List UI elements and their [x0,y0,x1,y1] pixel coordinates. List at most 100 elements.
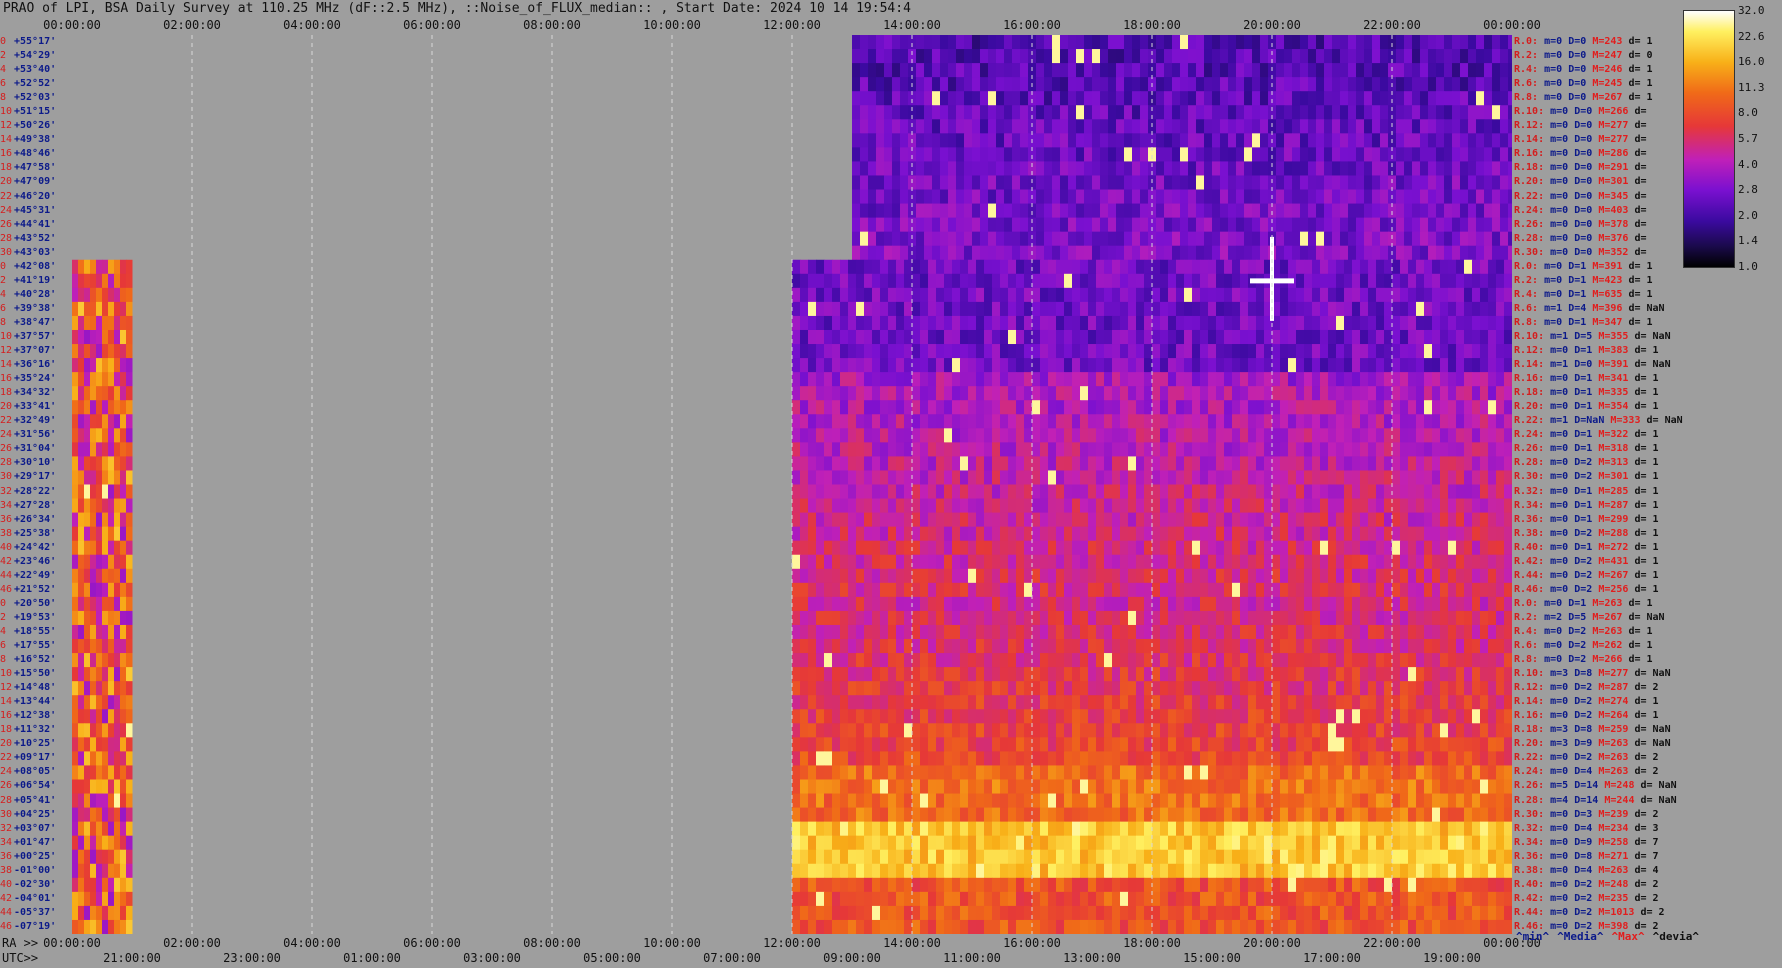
heatmap-cell [1360,315,1369,331]
heatmap-cell [1440,442,1449,457]
heatmap-cell [1432,329,1441,345]
heatmap-cell [1140,49,1149,64]
heatmap-cell [1124,175,1133,191]
heatmap-cell [1240,344,1249,359]
heatmap-cell [1180,175,1189,191]
heatmap-cell [884,175,893,191]
heatmap-cell [1224,568,1233,584]
heatmap-plot[interactable] [72,35,1512,934]
heatmap-cell [1464,315,1473,331]
heatmap-cell [1080,540,1089,556]
heatmap-cell [1128,540,1137,556]
heatmap-cell [940,119,949,134]
heatmap-cell [1376,639,1385,654]
heatmap-cell [1356,147,1365,162]
heatmap-cell [956,63,965,78]
dec-row: 36 +00°25' [0,850,72,864]
heatmap-cell [1416,568,1425,584]
dec-value: +42°08' [14,260,57,272]
heatmap-cell [1300,147,1309,162]
heatmap-cell [1320,442,1329,457]
dec-index: 38 [0,864,13,876]
heatmap-cell [102,863,109,879]
heatmap-cell [120,400,127,415]
heatmap-cell [1392,358,1401,373]
heatmap-cell [1332,203,1341,219]
heatmap-cell [1036,147,1045,162]
heatmap-cell [1168,372,1177,387]
heatmap-cell [1352,414,1361,429]
heatmap-cell [884,245,893,261]
heatmap-cell [114,498,121,514]
heatmap-cell [1236,91,1245,106]
heatmap-cell [1092,91,1101,106]
heatmap-cell [1060,217,1069,233]
heatmap-cell [1192,329,1201,345]
heatmap-cell [1384,456,1393,471]
heatmap-cell [1452,49,1461,64]
heatmap-cell [940,175,949,191]
heatmap-cell [1400,414,1409,429]
heatmap-cell [1272,624,1281,640]
heatmap-cell [84,442,91,457]
heatmap-cell [1020,49,1029,64]
heatmap-cell [1432,624,1441,640]
heatmap-cell [1376,498,1385,514]
heatmap-cell [920,554,929,570]
heatmap-cell [72,624,79,640]
heatmap-cell [120,512,127,528]
heatmap-cell [1420,203,1429,219]
heatmap-cell [1476,49,1485,64]
heatmap-cell [1332,147,1341,162]
heatmap-cell [996,175,1005,191]
heatmap-cell [1088,582,1097,598]
heatmap-cell [1312,372,1321,387]
heatmap-cell [1392,624,1401,640]
heatmap-cell [976,484,985,500]
heatmap-cell [1340,35,1349,50]
heatmap-cell [932,119,941,134]
heatmap-cell [1140,91,1149,106]
heatmap-cell [1492,91,1501,106]
heatmap-cell [1376,653,1385,668]
heatmap-cell [78,273,85,289]
heatmap-cell [1296,512,1305,528]
heatmap-cell [808,259,817,275]
heatmap-cell [120,737,127,752]
heatmap-cell [824,273,833,289]
heatmap-cell [1392,414,1401,429]
heatmap-cell [1012,217,1021,233]
heatmap-cell [1432,582,1441,598]
heatmap-cell [96,807,103,823]
heatmap-cell [1380,119,1389,134]
heatmap-cell [1260,35,1269,50]
heatmap-cell [856,610,865,626]
heatmap-cell [1232,273,1241,289]
heatmap-cell [884,91,893,106]
heatmap-cell [1472,667,1481,682]
heatmap-cell [1224,287,1233,303]
heatmap-cell [1372,203,1381,219]
heatmap-cell [1000,653,1009,668]
heatmap-cell [1040,653,1049,668]
heatmap-cell [960,442,969,457]
heatmap-cell [1292,147,1301,162]
heatmap-cell [996,49,1005,64]
heatmap-cell [72,891,79,907]
heatmap-cell [1448,624,1457,640]
heatmap-cell [1308,203,1317,219]
heatmap-cell [1012,63,1021,78]
heatmap-cell [932,231,941,247]
heatmap-cell [1008,526,1017,542]
dec-index: 24 [0,766,13,778]
heatmap-cell [1324,147,1333,162]
heatmap-cell [84,372,91,387]
heatmap-cell [1168,400,1177,415]
heatmap-cell [1288,301,1297,317]
heatmap-cell [1328,329,1337,345]
heatmap-cell [824,470,833,485]
heatmap-cell [114,470,121,485]
heatmap-cell [972,231,981,247]
heatmap-cell [1496,372,1505,387]
heatmap-cell [1008,610,1017,626]
